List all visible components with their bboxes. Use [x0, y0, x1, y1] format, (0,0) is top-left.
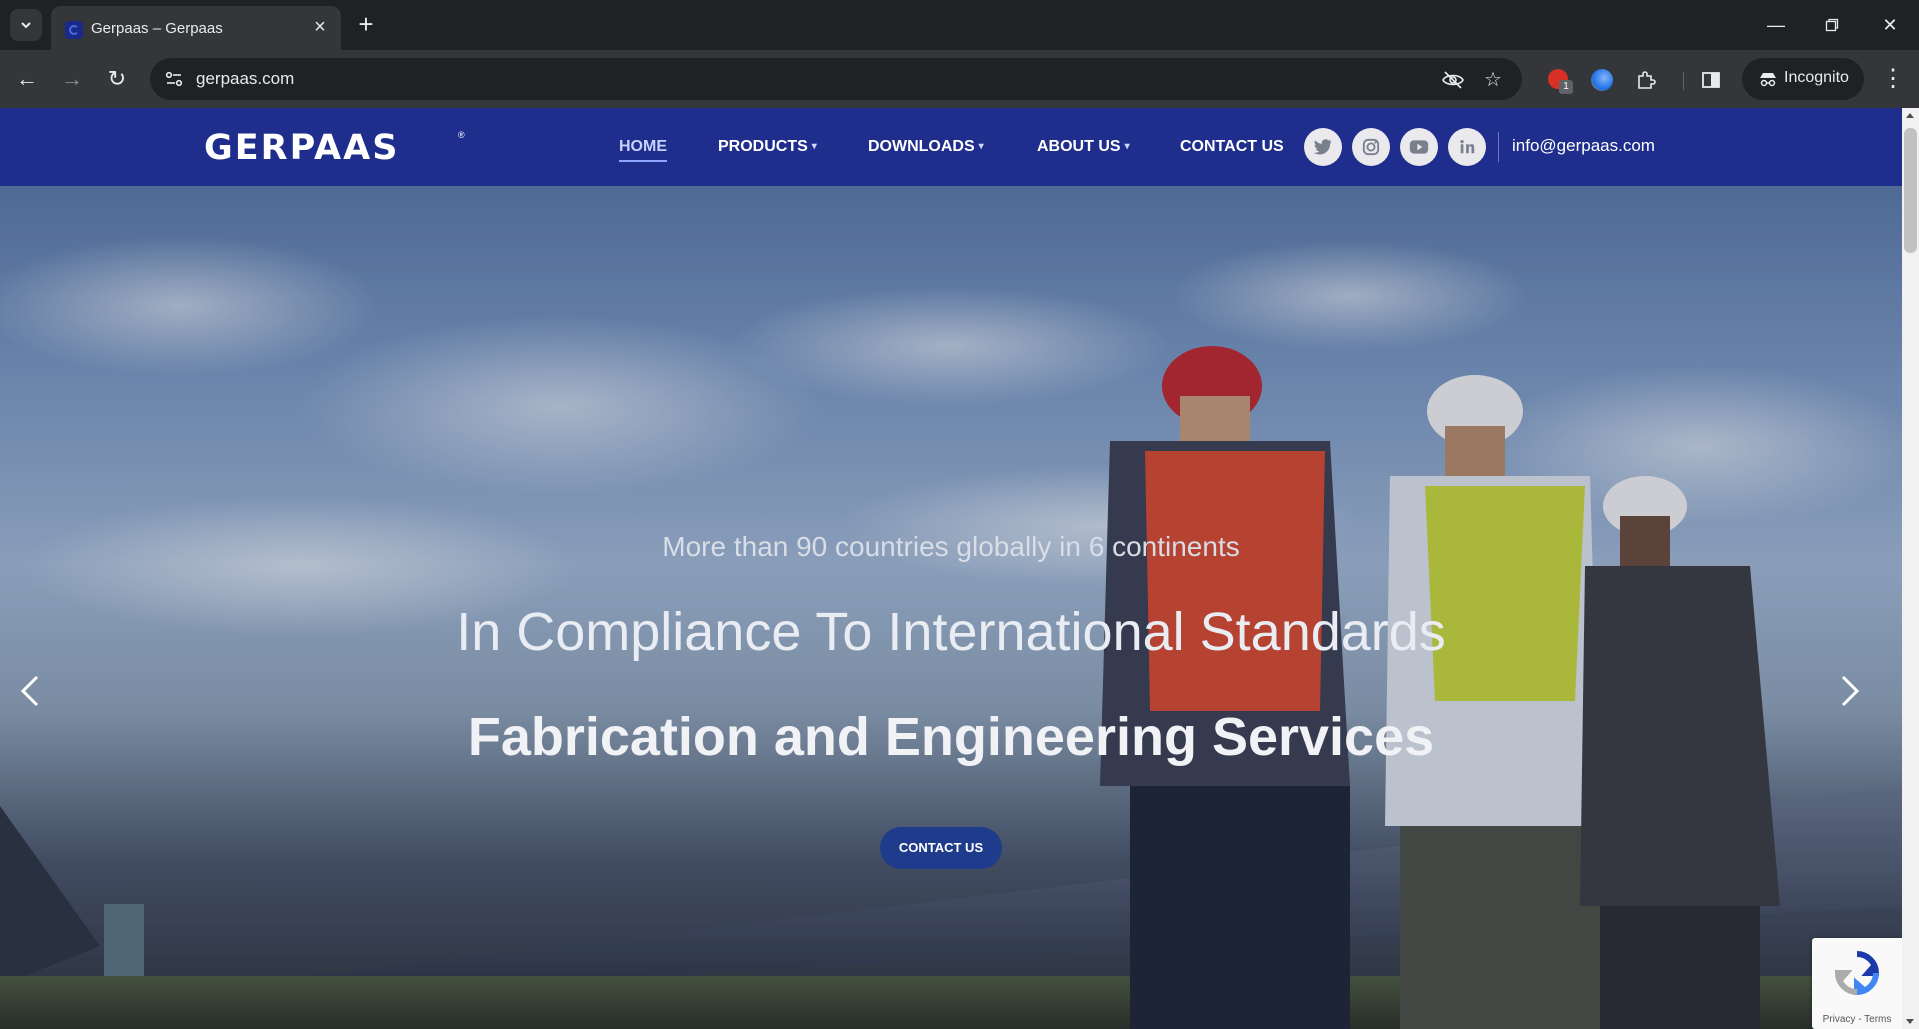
nav-about-us-label: ABOUT US	[1037, 138, 1121, 155]
header-email-link[interactable]: info@gerpaas.com	[1512, 136, 1655, 156]
browser-tabstrip: Gerpaas – Gerpaas × + — ✕	[0, 0, 1919, 50]
new-tab-button[interactable]: +	[352, 10, 380, 38]
registered-mark: ®	[458, 130, 465, 140]
incognito-profile-button[interactable]: Incognito	[1742, 58, 1864, 100]
site-header: GERPAAS ® HOME PRODUCTS ▾ DOWNLOADS ▾ ABOU…	[0, 108, 1902, 186]
nav-downloads[interactable]: DOWNLOADS ▾	[868, 138, 984, 156]
hero-heading: In Compliance To International Standards	[456, 602, 1446, 662]
instagram-icon[interactable]	[1352, 128, 1390, 166]
recaptcha-icon	[1834, 951, 1880, 996]
browser-menu-icon[interactable]: ⋮	[1878, 64, 1908, 94]
nav-contact-us[interactable]: CONTACT US	[1180, 138, 1284, 156]
chevron-down-icon: ▾	[1124, 141, 1130, 152]
side-panel-icon[interactable]	[1700, 66, 1728, 94]
hero-contact-button[interactable]: CONTACT US	[880, 827, 1002, 869]
recaptcha-links[interactable]: Privacy - Terms	[1812, 1014, 1902, 1025]
browser-toolbar: ← → ↻ gerpaas.com ☆ 1 Incognito ⋮	[0, 50, 1919, 108]
extension-blue-icon[interactable]	[1588, 66, 1616, 94]
tab-close-icon[interactable]: ×	[309, 16, 331, 38]
site-settings-icon[interactable]	[162, 67, 186, 91]
incognito-label: Incognito	[1784, 69, 1849, 86]
twitter-icon[interactable]	[1304, 128, 1342, 166]
chevron-down-icon: ▾	[978, 141, 984, 152]
url-text[interactable]: gerpaas.com	[196, 69, 294, 89]
hero-subheading: More than 90 countries globally in 6 con…	[662, 531, 1240, 562]
site-favicon-icon	[65, 21, 83, 39]
slider-prev-icon[interactable]	[10, 666, 50, 716]
forward-icon[interactable]: →	[57, 64, 87, 94]
extension-badge: 1	[1559, 80, 1573, 94]
nav-downloads-label: DOWNLOADS	[868, 138, 975, 155]
chevron-down-icon: ▾	[811, 141, 817, 152]
page-viewport: GERPAAS ® HOME PRODUCTS ▾ DOWNLOADS ▾ ABOU…	[0, 108, 1919, 1029]
extension-red-icon[interactable]: 1	[1545, 66, 1573, 94]
youtube-icon[interactable]	[1400, 128, 1438, 166]
gerpaas-site: GERPAAS ® HOME PRODUCTS ▾ DOWNLOADS ▾ ABOU…	[0, 108, 1902, 1029]
chevron-down-icon	[21, 22, 31, 29]
linkedin-icon[interactable]	[1448, 128, 1486, 166]
tab-title: Gerpaas – Gerpaas	[91, 20, 223, 37]
page-scrollbar[interactable]	[1902, 108, 1919, 1029]
hero-slider: More than 90 countries globally in 6 con…	[0, 186, 1902, 1029]
incognito-icon	[1760, 73, 1776, 87]
reload-icon[interactable]: ↻	[102, 64, 132, 94]
scroll-thumb[interactable]	[1904, 128, 1917, 253]
address-bar[interactable]: gerpaas.com ☆	[150, 58, 1522, 100]
nav-about-us[interactable]: ABOUT US ▾	[1037, 138, 1130, 156]
window-close-icon[interactable]: ✕	[1870, 10, 1910, 40]
recaptcha-badge[interactable]: Privacy - Terms	[1812, 938, 1902, 1029]
minimize-icon[interactable]: —	[1756, 10, 1796, 40]
back-icon[interactable]: ←	[12, 64, 42, 94]
nav-home[interactable]: HOME	[619, 138, 667, 162]
hero-title: Fabrication and Engineering Services	[467, 707, 1435, 767]
gerpaas-logo[interactable]: GERPAAS	[204, 128, 399, 168]
eye-off-icon[interactable]	[1440, 67, 1466, 93]
scroll-down-arrow-icon[interactable]	[1906, 1019, 1914, 1024]
extensions-puzzle-icon[interactable]	[1632, 66, 1660, 94]
nav-products[interactable]: PRODUCTS ▾	[718, 138, 817, 156]
restore-icon[interactable]	[1812, 10, 1852, 40]
bookmark-star-icon[interactable]: ☆	[1480, 67, 1506, 93]
nav-products-label: PRODUCTS	[718, 138, 808, 155]
header-divider	[1498, 132, 1499, 162]
slider-next-icon[interactable]	[1830, 666, 1870, 716]
tab-search-button[interactable]	[10, 9, 42, 41]
scroll-up-arrow-icon[interactable]	[1906, 113, 1914, 118]
browser-tab-active[interactable]: Gerpaas – Gerpaas ×	[51, 6, 341, 50]
toolbar-separator	[1683, 72, 1684, 90]
